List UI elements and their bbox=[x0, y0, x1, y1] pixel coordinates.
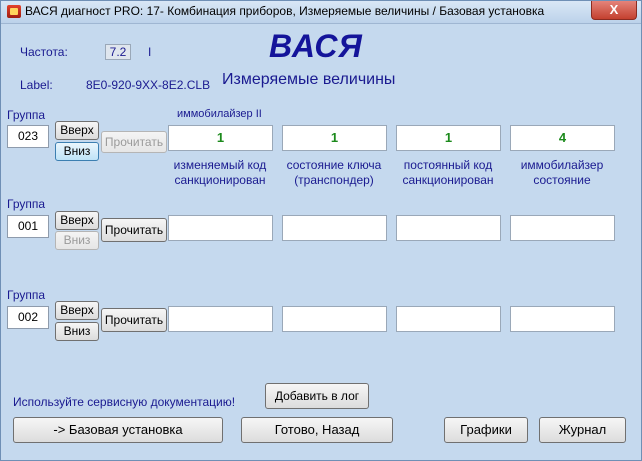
group-number-input[interactable]: 023 bbox=[7, 125, 49, 148]
group-label: Группа bbox=[7, 108, 46, 122]
group-label: Группа bbox=[7, 197, 46, 211]
measure-description: состояние ключа (транспондер) bbox=[286, 158, 382, 187]
group-label: Группа bbox=[7, 288, 46, 302]
app-logo-text: ВАСЯ bbox=[269, 28, 363, 64]
group-number-input[interactable]: 002 bbox=[7, 306, 49, 329]
close-button[interactable]: X bbox=[591, 1, 637, 20]
group-up-button[interactable]: Вверх bbox=[55, 211, 99, 230]
measure-value-field: 1 bbox=[282, 125, 387, 151]
measure-description: иммобилайзер состояние bbox=[520, 158, 604, 187]
group-up-button[interactable]: Вверх bbox=[55, 121, 99, 140]
label-caption: Label: bbox=[20, 78, 53, 92]
measure-value-field bbox=[396, 215, 501, 241]
measure-value-field bbox=[168, 306, 273, 332]
label-file: 8E0-920-9XX-8E2.CLB bbox=[86, 78, 211, 92]
measure-value-field bbox=[510, 306, 615, 332]
title-bar[interactable]: ВАСЯ диагност PRO: 17- Комбинация прибор… bbox=[1, 1, 641, 24]
frequency-value: 7.2 bbox=[105, 44, 131, 60]
measure-description: изменяемый код санкционирован bbox=[173, 158, 267, 187]
add-to-log-button[interactable]: Добавить в лог bbox=[265, 383, 369, 409]
app-icon bbox=[7, 5, 21, 18]
page-title: Измеряемые величины bbox=[222, 71, 396, 88]
journal-button[interactable]: Журнал bbox=[539, 417, 626, 443]
read-button[interactable]: Прочитать bbox=[101, 131, 167, 153]
group-down-button[interactable]: Вниз bbox=[55, 231, 99, 250]
measure-value-field bbox=[282, 306, 387, 332]
group-title: иммобилайзер II bbox=[177, 108, 262, 120]
measure-description: постоянный код санкционирован bbox=[402, 158, 494, 187]
frequency-label: Частота: bbox=[20, 45, 68, 59]
graphs-button[interactable]: Графики bbox=[444, 417, 528, 443]
measure-value-field: 4 bbox=[510, 125, 615, 151]
frequency-marker: I bbox=[148, 45, 152, 59]
app-window: ВАСЯ диагност PRO: 17- Комбинация прибор… bbox=[0, 0, 642, 461]
group-down-button[interactable]: Вниз bbox=[55, 322, 99, 341]
measure-value-field: 1 bbox=[396, 125, 501, 151]
done-back-button[interactable]: Готово, Назад bbox=[241, 417, 393, 443]
group-down-button[interactable]: Вниз bbox=[55, 142, 99, 161]
measure-value-field bbox=[282, 215, 387, 241]
window-title: ВАСЯ диагност PRO: 17- Комбинация прибор… bbox=[25, 4, 545, 18]
read-button[interactable]: Прочитать bbox=[101, 308, 167, 332]
measure-value-field bbox=[396, 306, 501, 332]
measure-value-field bbox=[510, 215, 615, 241]
read-button[interactable]: Прочитать bbox=[101, 218, 167, 242]
group-up-button[interactable]: Вверх bbox=[55, 301, 99, 320]
service-doc-hint: Используйте сервисную документацию! bbox=[13, 395, 236, 409]
basic-settings-button[interactable]: -> Базовая установка bbox=[13, 417, 223, 443]
measure-value-field: 1 bbox=[168, 125, 273, 151]
group-number-input[interactable]: 001 bbox=[7, 215, 49, 238]
measure-value-field bbox=[168, 215, 273, 241]
